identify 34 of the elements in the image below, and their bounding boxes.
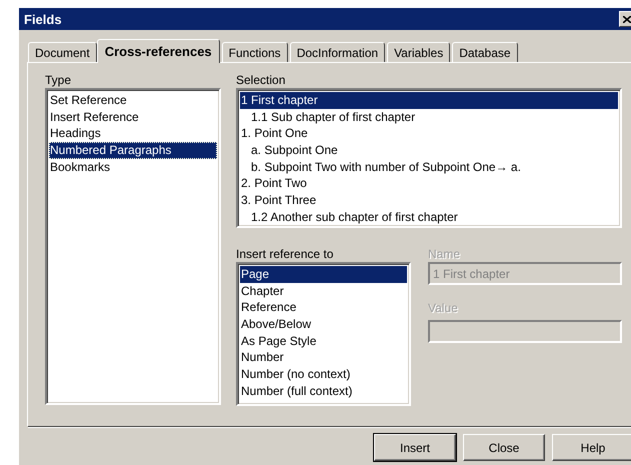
list-item[interactable]: 1. Point One <box>240 125 618 142</box>
list-item[interactable]: Above/Below <box>240 316 407 333</box>
window-title: Fields <box>24 12 62 26</box>
list-item[interactable]: Bookmarks <box>49 158 217 176</box>
tab[interactable]: Database <box>452 42 518 62</box>
list-item[interactable]: As Page Style <box>240 332 407 350</box>
list-item[interactable]: 1.2 Another sub chapter of first chapter <box>240 208 618 226</box>
dialog-button[interactable]: Insert <box>374 434 456 461</box>
list-item[interactable]: 1.1 Sub chapter of first chapter <box>240 108 618 126</box>
type-label: Type <box>45 73 72 88</box>
list-item[interactable]: 2. Point Two <box>240 175 618 192</box>
list-item[interactable]: b. Subpoint Two with number of Subpoint One→ a. <box>240 158 618 176</box>
tab[interactable]: Cross-references <box>96 39 220 63</box>
dialog-button[interactable]: Close <box>463 434 545 461</box>
list-item[interactable]: Chapter <box>240 282 407 300</box>
list-item[interactable]: 3. Point Three <box>240 192 618 209</box>
selection-label: Selection <box>236 73 286 88</box>
list-item[interactable]: Reference <box>240 299 407 316</box>
list-item[interactable]: Number <box>240 349 407 366</box>
insert-reference-label: Insert reference to <box>236 247 334 262</box>
tab[interactable]: Variables <box>387 42 450 62</box>
list-item[interactable]: Headings <box>49 125 217 142</box>
tab[interactable]: DocInformation <box>290 42 386 62</box>
list-item[interactable]: Insert Reference <box>49 108 217 126</box>
list-item[interactable]: Numbered Paragraphs <box>49 142 217 159</box>
list-item[interactable]: Number (full context) <box>240 382 407 400</box>
list-item[interactable]: Number (no context) <box>240 366 407 383</box>
list-item[interactable]: Page <box>240 266 407 283</box>
tab[interactable]: Functions <box>222 42 288 62</box>
list-item[interactable]: Set Reference <box>49 92 217 109</box>
list-item[interactable]: 1 First chapter <box>240 92 618 109</box>
list-item[interactable]: a. Subpoint One <box>240 142 618 159</box>
dialog-button[interactable]: Help <box>552 434 631 461</box>
tab[interactable]: Document <box>28 42 97 62</box>
